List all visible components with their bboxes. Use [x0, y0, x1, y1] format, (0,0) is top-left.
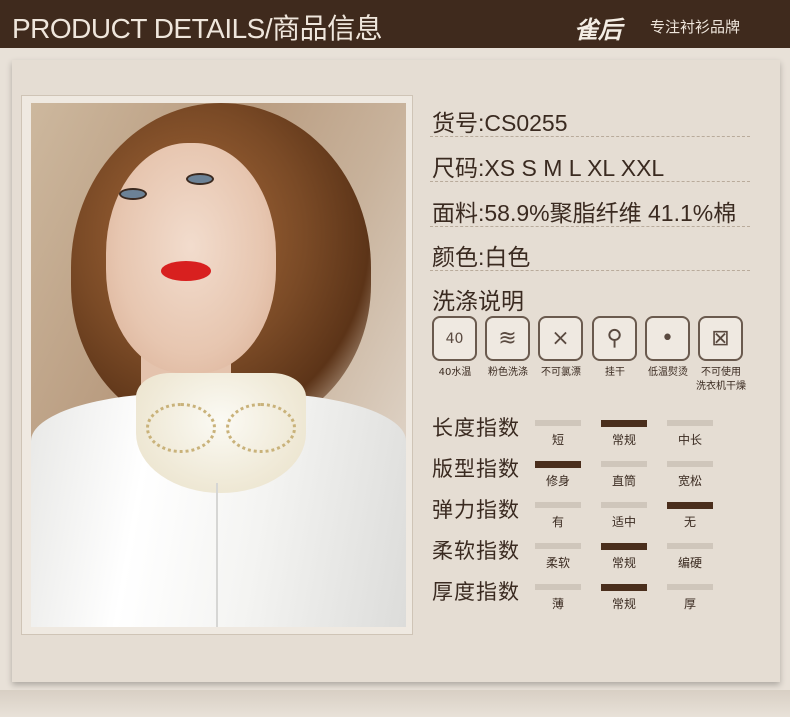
index-option-label: 有 [551, 515, 564, 529]
care-label: 不可使用 洗衣机干燥 [696, 367, 746, 392]
index-option-label: 适中 [611, 515, 636, 529]
index-option-label: 短 [551, 433, 564, 447]
index-bar [535, 584, 581, 590]
no-bleach-icon: ⨯ [538, 316, 583, 361]
index-bar [535, 502, 581, 508]
index-bar-selected [667, 502, 713, 509]
index-title: 柔软指数 [432, 539, 520, 563]
brand-logo: 雀后 [574, 15, 622, 44]
index-title: 长度指数 [432, 416, 520, 440]
index-title: 厚度指数 [432, 580, 520, 604]
wash-separately-icon: ≋ [485, 316, 530, 361]
divider [430, 226, 750, 227]
divider [430, 136, 750, 137]
index-bar [667, 420, 713, 426]
index-bar-selected [535, 461, 581, 468]
index-option-label: 无 [683, 515, 696, 529]
model-lips [161, 261, 211, 281]
index-bar-selected [601, 420, 647, 427]
model-eye [119, 188, 147, 200]
index-option-label: 薄 [551, 597, 564, 611]
care-label: 不可氯漂 [541, 367, 581, 378]
index-bar [667, 461, 713, 467]
index-option-label: 编硬 [677, 556, 702, 570]
index-bar-selected [601, 543, 647, 550]
product-photo [31, 103, 406, 627]
index-bar [535, 543, 581, 549]
index-bar [601, 502, 647, 508]
index-option-label: 直筒 [611, 474, 636, 488]
index-option-label: 柔软 [545, 556, 570, 570]
index-option-label: 常规 [611, 597, 636, 611]
index-option-label: 常规 [611, 556, 636, 570]
brand-slogan: 专注衬衫品牌 [650, 18, 741, 36]
index-bar [667, 584, 713, 590]
header-bar: PRODUCT DETAILS/商品信息 雀后 专注衬衫品牌 [0, 0, 790, 48]
index-bar-selected [601, 584, 647, 591]
shirt-placket [216, 483, 218, 627]
item-number: 货号:CS0255 [432, 110, 568, 136]
index-title: 版型指数 [432, 457, 520, 481]
hang-dry-icon: ⚲ [592, 316, 637, 361]
care-title: 洗涤说明 [432, 289, 524, 315]
index-option-label: 修身 [545, 474, 570, 488]
fabric-composition: 面料:58.9%聚脂纤维 41.1%棉 [432, 200, 737, 226]
model-eye [186, 173, 214, 185]
panel-shadow [0, 690, 790, 717]
divider [430, 181, 750, 182]
collar-embroidery [226, 403, 296, 453]
wash-40-icon: 40 [432, 316, 477, 361]
divider [430, 270, 750, 271]
index-option-label: 中长 [677, 433, 702, 447]
color-value: 颜色:白色 [432, 244, 531, 270]
index-option-label: 厚 [683, 597, 696, 611]
index-bar [535, 420, 581, 426]
page-title: PRODUCT DETAILS/商品信息 [12, 13, 383, 44]
index-title: 弹力指数 [432, 498, 520, 522]
index-option-label: 宽松 [677, 474, 702, 488]
no-tumble-dry-icon: ⊠ [698, 316, 743, 361]
collar-embroidery [146, 403, 216, 453]
size-list: 尺码:XS S M L XL XXL [432, 155, 665, 181]
low-iron-icon: • [645, 316, 690, 361]
index-option-label: 常规 [611, 433, 636, 447]
index-bar [601, 461, 647, 467]
index-bar [667, 543, 713, 549]
